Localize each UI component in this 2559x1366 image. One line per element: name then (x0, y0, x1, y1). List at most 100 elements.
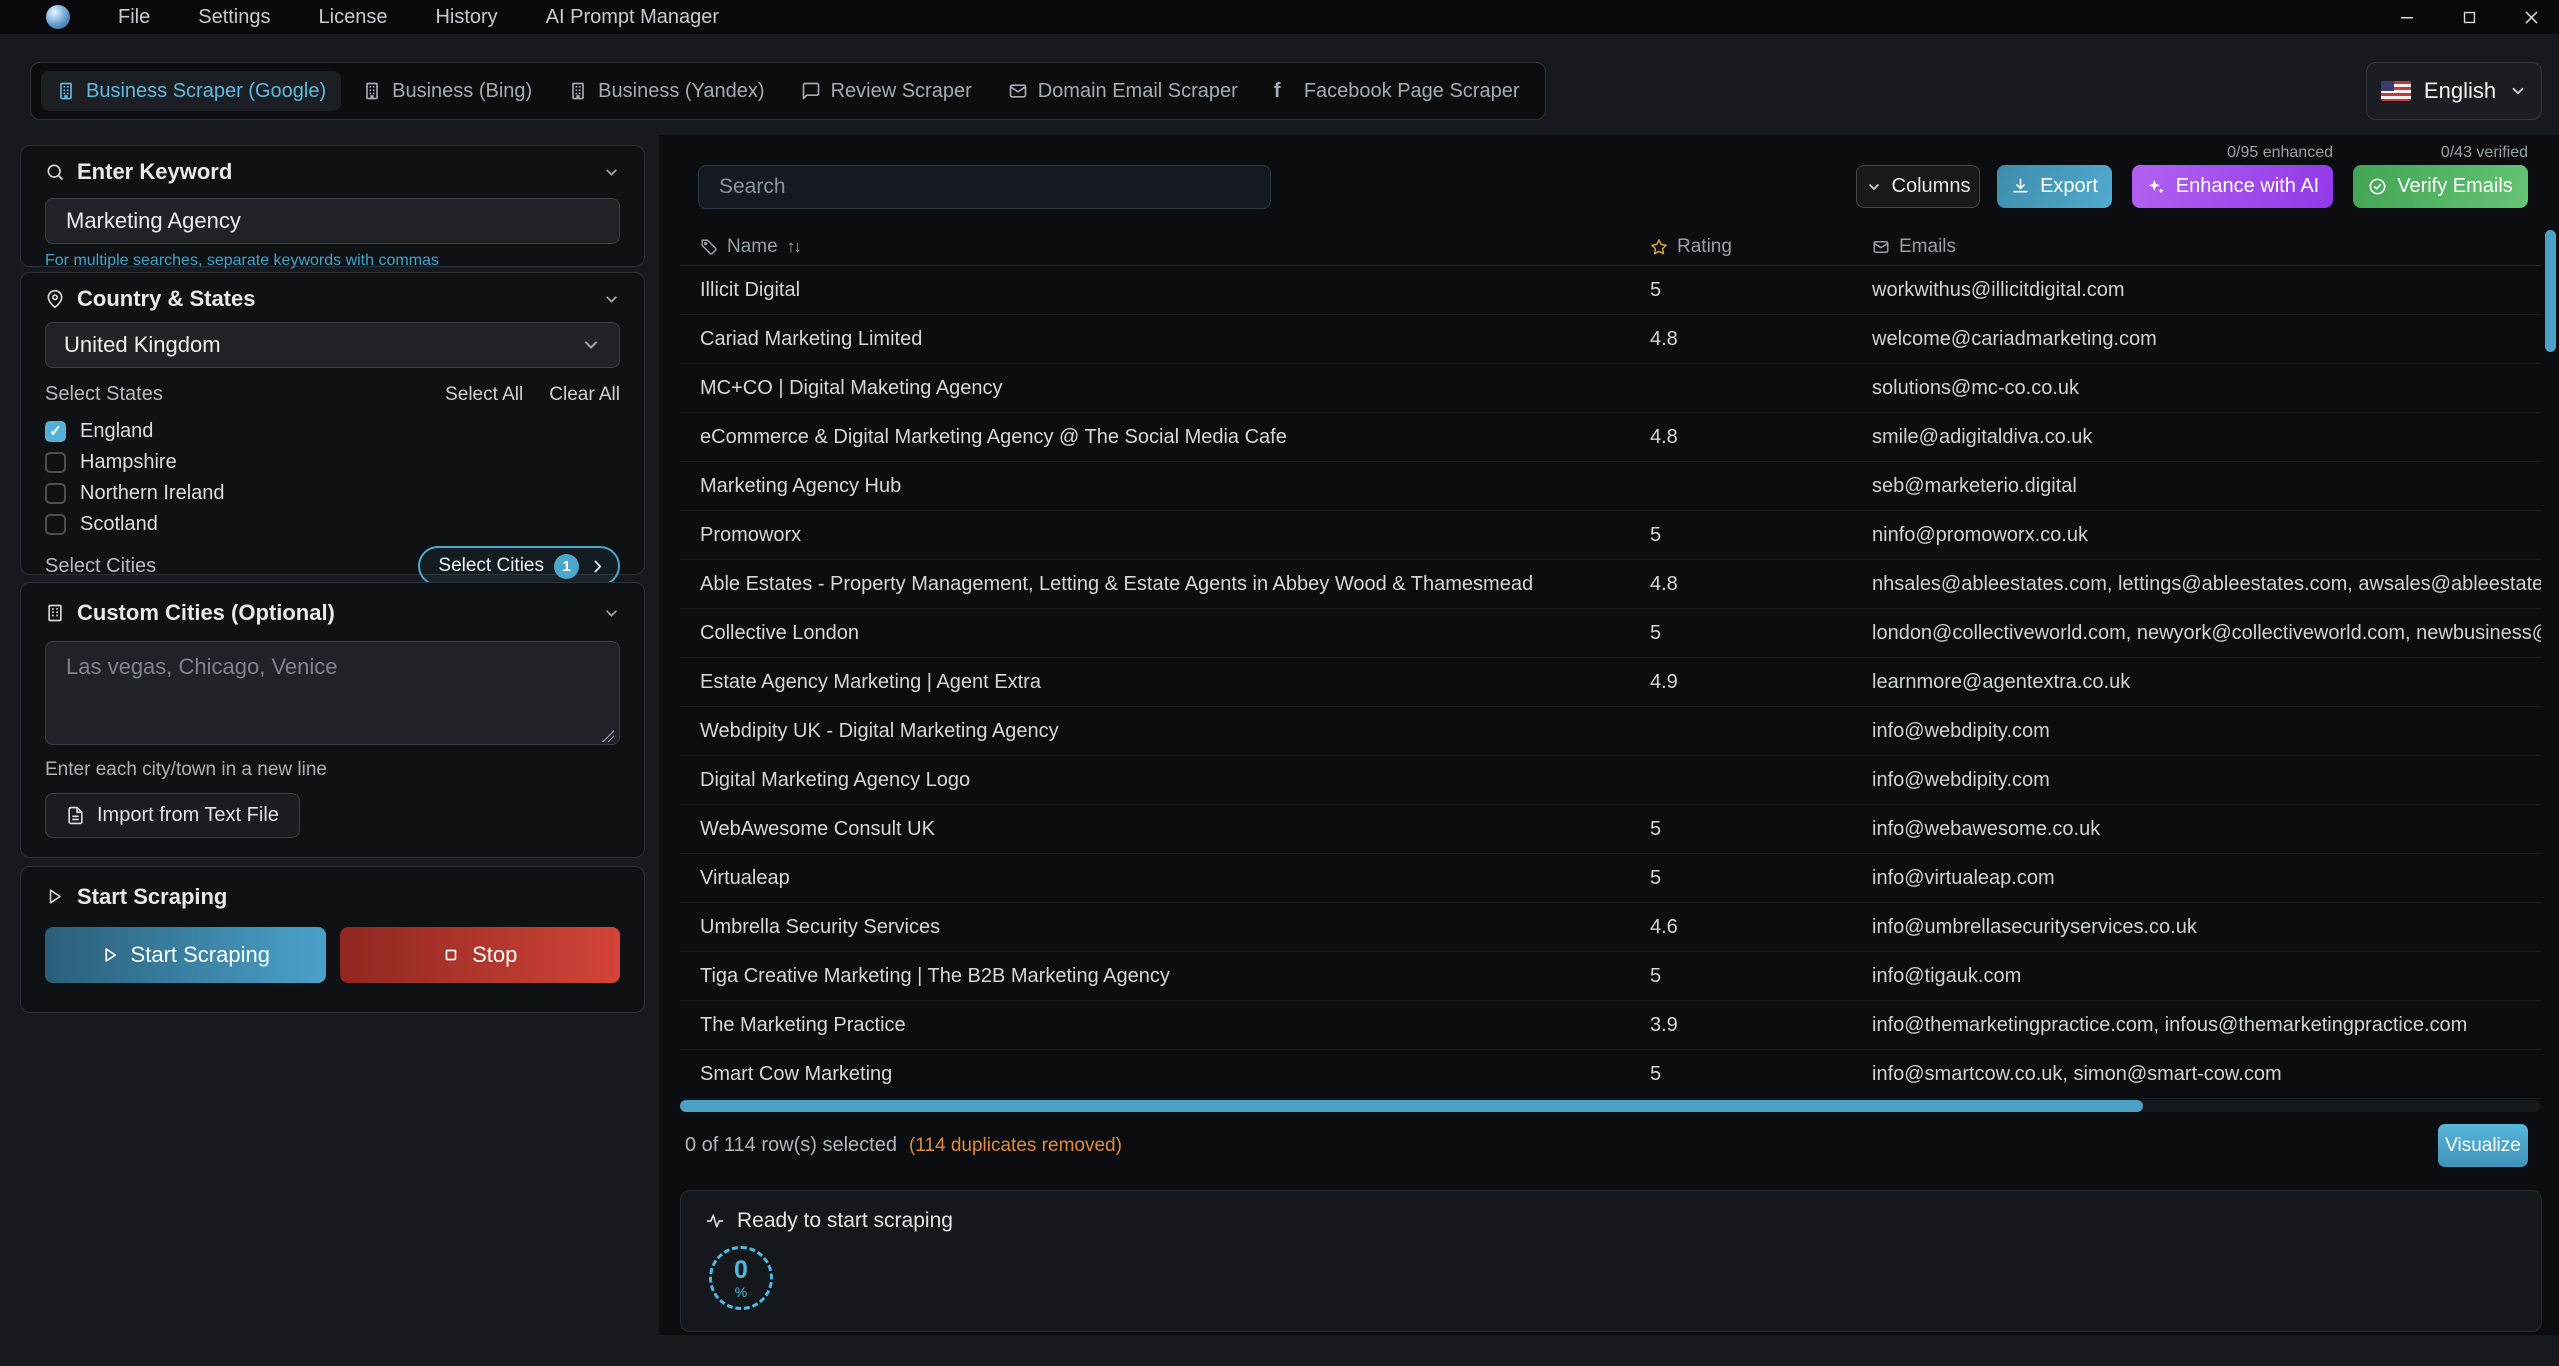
location-panel-header[interactable]: Country & States (45, 285, 620, 313)
selection-info: 0 of 114 row(s) selected (114 duplicates… (685, 1134, 1122, 1157)
map-pin-icon (45, 289, 65, 309)
state-row-northern-ireland[interactable]: Northern Ireland (45, 479, 620, 507)
search-input[interactable] (698, 165, 1271, 209)
minimize-icon[interactable] (2397, 7, 2417, 27)
checkbox-unchecked[interactable] (45, 483, 66, 504)
cell-name: Cariad Marketing Limited (700, 328, 1650, 351)
horizontal-scrollbar[interactable] (680, 1100, 2143, 1112)
state-row-scotland[interactable]: Scotland (45, 510, 620, 538)
table-row[interactable]: Marketing Agency Hubseb@marketerio.digit… (680, 462, 2541, 511)
cell-name: Digital Marketing Agency Logo (700, 769, 1650, 792)
start-scraping-button[interactable]: Start Scraping (45, 927, 326, 983)
menu-history[interactable]: History (435, 6, 497, 29)
clear-all-link[interactable]: Clear All (549, 384, 620, 406)
table-row[interactable]: Virtualeap5info@virtualeap.com (680, 854, 2541, 903)
export-button[interactable]: Export (1997, 165, 2112, 208)
tab-label: Business Scraper (Google) (86, 80, 326, 103)
titlebar: File Settings License History AI Prompt … (0, 0, 2559, 34)
cell-rating: 5 (1650, 279, 1872, 302)
menu-ai-prompt-manager[interactable]: AI Prompt Manager (546, 6, 719, 29)
cell-rating: 5 (1650, 867, 1872, 890)
enhance-with-ai-button[interactable]: Enhance with AI (2132, 165, 2333, 208)
state-row-hampshire[interactable]: Hampshire (45, 448, 620, 476)
chevron-down-icon (581, 335, 601, 355)
vertical-scrollbar[interactable] (2545, 230, 2556, 352)
results-table: Name ↑↓ Rating Emails Illicit Digital5wo… (680, 228, 2541, 1099)
status-panel: Ready to start scraping 0 % (680, 1190, 2542, 1332)
table-row[interactable]: Tiga Creative Marketing | The B2B Market… (680, 952, 2541, 1001)
table-row[interactable]: eCommerce & Digital Marketing Agency @ T… (680, 413, 2541, 462)
cell-name: Promoworx (700, 524, 1650, 547)
sparkles-icon (2146, 177, 2166, 197)
start-scraping-title: Start Scraping (77, 884, 227, 910)
menu-bar: File Settings License History AI Prompt … (118, 6, 719, 29)
play-icon (45, 887, 65, 907)
file-icon (66, 806, 85, 825)
table-row[interactable]: Promoworx5ninfo@promoworx.co.uk (680, 511, 2541, 560)
state-label: England (80, 420, 153, 443)
keyword-panel-title: Enter Keyword (77, 159, 232, 185)
custom-cities-title: Custom Cities (Optional) (77, 600, 335, 626)
checkbox-unchecked[interactable] (45, 514, 66, 535)
select-cities-button[interactable]: Select Cities 1 (418, 546, 620, 586)
custom-cities-textarea[interactable] (45, 641, 620, 745)
cell-emails: nhsales@ableestates.com, lettings@ablees… (1872, 573, 2541, 596)
select-all-link[interactable]: Select All (445, 384, 523, 406)
cell-emails: solutions@mc-co.co.uk (1872, 377, 2541, 400)
cell-emails: smile@adigitaldiva.co.uk (1872, 426, 2541, 449)
menu-settings[interactable]: Settings (198, 6, 270, 29)
column-header-rating: Rating (1650, 236, 1872, 258)
table-row[interactable]: Digital Marketing Agency Logoinfo@webdip… (680, 756, 2541, 805)
stop-button[interactable]: Stop (340, 927, 621, 983)
country-select[interactable]: United Kingdom (45, 322, 620, 368)
chevron-down-icon[interactable] (603, 605, 620, 622)
cell-rating: 4.9 (1650, 671, 1872, 694)
tab-review-scraper[interactable]: Review Scraper (786, 71, 987, 111)
columns-button[interactable]: Columns (1856, 165, 1980, 208)
table-row[interactable]: Umbrella Security Services4.6info@umbrel… (680, 903, 2541, 952)
custom-cities-panel-header[interactable]: Custom Cities (Optional) (45, 599, 620, 627)
visualize-button[interactable]: Visualize (2438, 1124, 2528, 1167)
import-text-file-button[interactable]: Import from Text File (45, 793, 300, 838)
chevron-down-icon (2509, 82, 2527, 100)
tab-business-scraper-google[interactable]: Business Scraper (Google) (41, 71, 341, 111)
resize-handle[interactable] (602, 730, 614, 742)
table-row[interactable]: MC+CO | Digital Maketing Agencysolutions… (680, 364, 2541, 413)
cell-rating: 3.9 (1650, 1014, 1872, 1037)
checkbox-unchecked[interactable] (45, 452, 66, 473)
table-row[interactable]: Webdipity UK - Digital Marketing Agencyi… (680, 707, 2541, 756)
cell-rating: 4.8 (1650, 573, 1872, 596)
language-selector[interactable]: English (2366, 62, 2542, 120)
tab-business-yandex[interactable]: Business (Yandex) (553, 71, 779, 111)
tab-business-bing[interactable]: Business (Bing) (347, 71, 547, 111)
checkbox-checked[interactable]: ✓ (45, 421, 66, 442)
chevron-down-icon[interactable] (603, 291, 620, 308)
tab-facebook-page-scraper[interactable]: f Facebook Page Scraper (1259, 71, 1535, 111)
maximize-icon[interactable] (2459, 7, 2479, 27)
keyword-panel-header[interactable]: Enter Keyword (45, 158, 620, 186)
tab-domain-email-scraper[interactable]: Domain Email Scraper (993, 71, 1253, 111)
table-row[interactable]: The Marketing Practice3.9info@themarketi… (680, 1001, 2541, 1050)
close-icon[interactable] (2521, 7, 2541, 27)
selected-cities-badge: 1 (554, 554, 579, 579)
horizontal-scrollbar-track[interactable] (680, 1100, 2540, 1112)
verify-emails-button[interactable]: Verify Emails (2353, 165, 2528, 208)
cell-emails: learnmore@agentextra.co.uk (1872, 671, 2541, 694)
chevron-down-icon[interactable] (603, 164, 620, 181)
table-row[interactable]: Estate Agency Marketing | Agent Extra4.9… (680, 658, 2541, 707)
table-row[interactable]: Smart Cow Marketing5info@smartcow.co.uk,… (680, 1050, 2541, 1099)
table-row[interactable]: Collective London5london@collectiveworld… (680, 609, 2541, 658)
tab-label: Review Scraper (831, 80, 972, 103)
table-row[interactable]: Illicit Digital5workwithus@illicitdigita… (680, 266, 2541, 315)
keyword-input[interactable] (45, 198, 620, 244)
cell-emails: info@virtualeap.com (1872, 867, 2541, 890)
table-row[interactable]: WebAwesome Consult UK5info@webawesome.co… (680, 805, 2541, 854)
column-header-name[interactable]: Name ↑↓ (700, 236, 1650, 258)
menu-file[interactable]: File (118, 6, 150, 29)
state-row-england[interactable]: ✓ England (45, 417, 620, 445)
scraper-tabbar: Business Scraper (Google) Business (Bing… (30, 62, 1546, 120)
tab-label: Facebook Page Scraper (1304, 80, 1520, 103)
menu-license[interactable]: License (319, 6, 388, 29)
table-row[interactable]: Able Estates - Property Management, Lett… (680, 560, 2541, 609)
table-row[interactable]: Cariad Marketing Limited4.8welcome@caria… (680, 315, 2541, 364)
